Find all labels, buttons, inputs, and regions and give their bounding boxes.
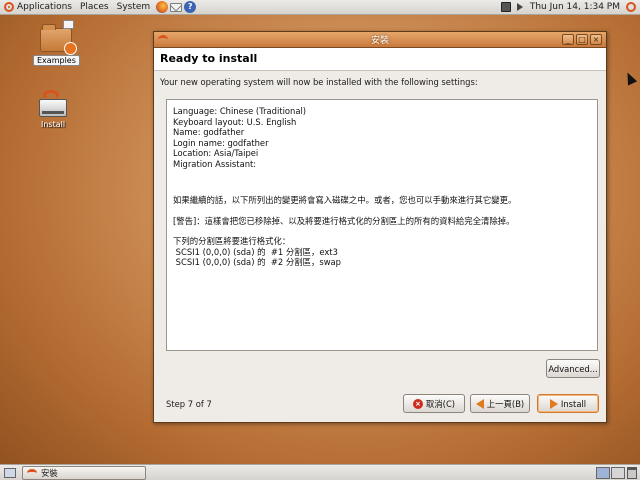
applications-menu[interactable]: Applications <box>0 0 76 15</box>
taskbar-window-button[interactable]: 安裝 <box>22 466 146 480</box>
install-button-label: Install <box>560 398 587 409</box>
intro-text: Your new operating system will now be in… <box>160 77 478 87</box>
installer-app-icon[interactable] <box>158 35 168 44</box>
cancel-button[interactable]: × 取消(C) <box>403 394 465 413</box>
back-button-label: 上一頁(B) <box>486 398 525 409</box>
document-emblem-icon <box>63 20 75 29</box>
network-icon[interactable] <box>500 2 511 12</box>
step-indicator: Step 7 of 7 <box>166 399 212 409</box>
format-header: 下列的分割區將要進行格式化： <box>173 236 291 246</box>
close-button[interactable]: × <box>590 34 602 45</box>
desktop-icon-examples[interactable]: Examples <box>33 20 80 66</box>
firefox-icon[interactable] <box>156 1 169 13</box>
cancel-button-label: 取消(C) <box>425 398 456 409</box>
volume-icon[interactable] <box>516 3 523 11</box>
show-desktop-icon[interactable] <box>4 468 16 478</box>
power-icon[interactable] <box>626 2 636 12</box>
minimize-button[interactable]: _ <box>562 34 574 45</box>
setting-line: Language: Chinese (Traditional) <box>173 106 307 116</box>
partition-line: SCSI1 (0,0,0) (sda) 的 #2 分割區，swap <box>173 257 341 267</box>
window-controls: _ □ × <box>560 34 602 45</box>
page-title: Ready to install <box>160 52 258 65</box>
help-icon[interactable]: ? <box>184 1 197 13</box>
applications-menu-label: Applications <box>17 2 72 12</box>
ubuntu-swirl-icon <box>43 90 60 100</box>
setting-line: Location: Asia/Taipei <box>173 148 259 158</box>
places-menu[interactable]: Places <box>76 0 113 15</box>
advanced-button[interactable]: Advanced... <box>546 359 600 378</box>
desktop-icon-install[interactable]: Install <box>38 90 68 129</box>
desktop-icon-label: Examples <box>33 55 80 66</box>
top-panel: Applications Places System ? Thu Jun 14,… <box>0 0 640 15</box>
bottom-panel: 安裝 <box>0 464 640 480</box>
maximize-button[interactable]: □ <box>576 34 588 45</box>
install-icon <box>39 90 68 117</box>
cancel-icon: × <box>412 398 423 409</box>
mouse-cursor-icon <box>622 70 638 86</box>
settings-summary-box[interactable]: Language: Chinese (Traditional) Keyboard… <box>166 99 598 351</box>
setting-line: Login name: godfather <box>173 137 269 148</box>
partition-line: SCSI1 (0,0,0) (sda) 的 #1 分割區，ext3 <box>173 246 338 257</box>
workspace-2[interactable] <box>611 467 625 479</box>
window-title: 安裝 <box>370 36 389 46</box>
system-menu[interactable]: System <box>113 0 155 15</box>
page-banner: Ready to install <box>154 48 606 71</box>
back-button[interactable]: 上一頁(B) <box>470 394 530 413</box>
installer-window: 安裝 _ □ × Ready to install Your new opera… <box>153 31 607 423</box>
folder-icon <box>40 20 78 55</box>
setting-line: Keyboard layout: U.S. English <box>173 116 297 127</box>
notice-text: 如果繼續的話，以下所列出的變更將會寫入磁碟之中。或者，您也可以手動來進行其它變更… <box>173 195 517 205</box>
back-arrow-icon <box>475 398 484 409</box>
window-titlebar[interactable]: 安裝 _ □ × <box>154 32 606 48</box>
emblem-icon <box>64 42 78 55</box>
clock[interactable]: Thu Jun 14, 1:34 PM <box>526 2 624 12</box>
installer-app-icon <box>27 469 37 477</box>
system-tray: Thu Jun 14, 1:34 PM <box>498 0 640 15</box>
workspace-1[interactable] <box>596 467 610 479</box>
setting-line: Name: godfather <box>173 127 245 137</box>
desktop-icon-label: Install <box>41 120 66 129</box>
ubuntu-logo-icon <box>4 2 14 12</box>
setting-line: Migration Assistant: <box>173 158 257 169</box>
forward-arrow-icon <box>549 398 558 409</box>
taskbar-window-label: 安裝 <box>41 468 58 478</box>
install-button[interactable]: Install <box>537 394 599 413</box>
warning-text: [警告]：這樣會把您已移除掉、以及將要進行格式化的分割區上的所有的資料給完全清除… <box>173 215 515 226</box>
mail-icon[interactable] <box>170 2 183 12</box>
trash-icon[interactable] <box>627 467 637 479</box>
